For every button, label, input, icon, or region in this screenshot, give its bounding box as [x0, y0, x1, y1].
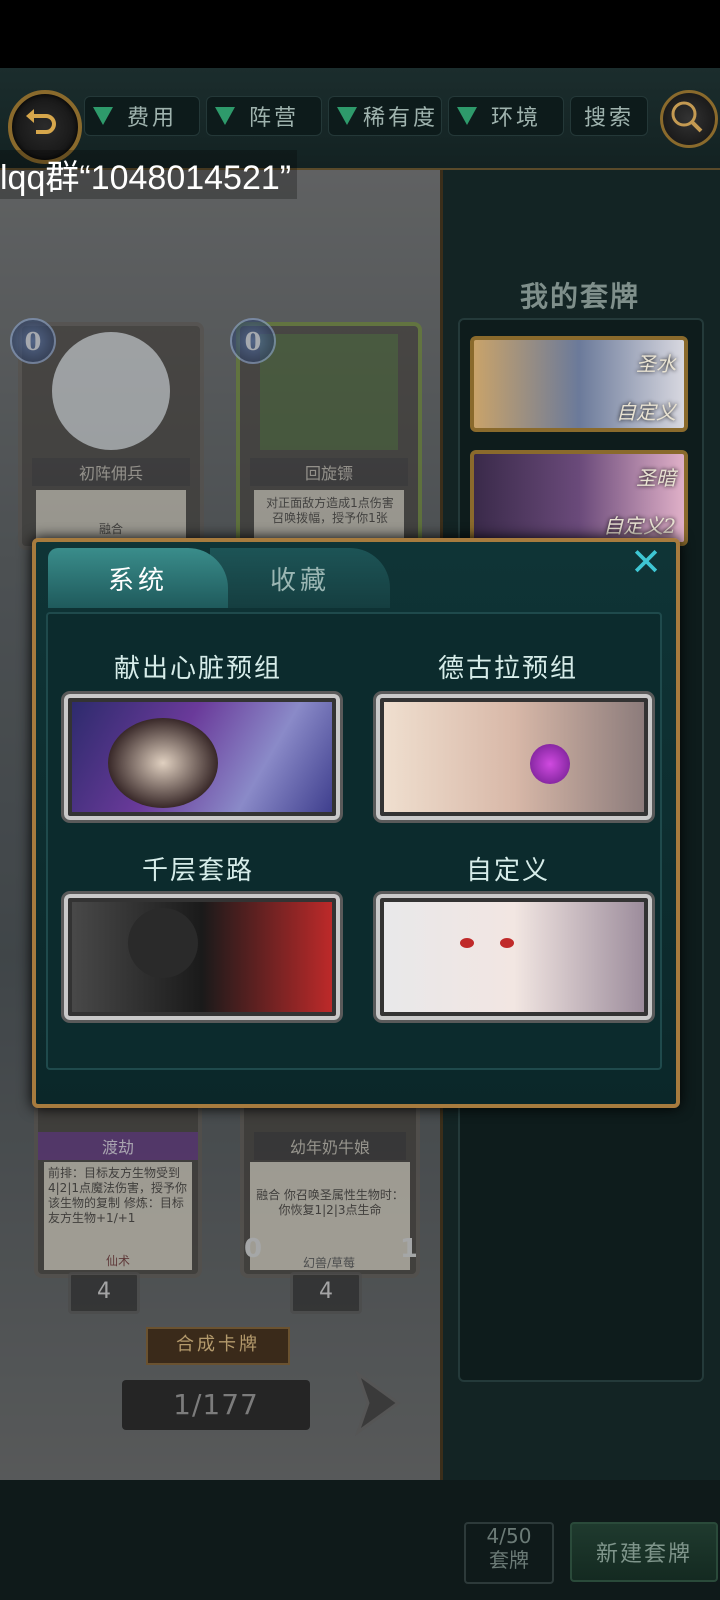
card-name: 渡劫: [38, 1132, 198, 1160]
filter-environment[interactable]: 环境: [448, 96, 564, 136]
card[interactable]: 幼年奶牛娘 融合 你召唤圣属性生物时：你恢复1|2|3点生命 幻兽/草莓 0 1: [240, 1100, 420, 1278]
card-art: [260, 334, 398, 450]
my-decks-title: 我的套牌: [520, 280, 641, 313]
preset-label: 献出心脏预组: [113, 654, 282, 684]
card-name: 幼年奶牛娘: [254, 1132, 406, 1160]
filter-faction[interactable]: 阵营: [206, 96, 322, 136]
preset-art: [128, 908, 198, 978]
page-indicator: 1/177: [122, 1380, 310, 1430]
craft-card-button[interactable]: 合成卡牌: [146, 1327, 290, 1365]
card-attack: 0: [244, 1234, 263, 1264]
triangle-down-icon: [457, 107, 477, 125]
search-input[interactable]: 搜索: [570, 96, 648, 136]
deck-count: 4/50 套牌: [464, 1522, 554, 1584]
card-type: 仙术: [105, 1254, 130, 1268]
card-art: [52, 332, 170, 450]
triangle-down-icon: [337, 107, 357, 125]
filter-cost[interactable]: 费用: [84, 96, 200, 136]
card-text: 融合 你召唤圣属性生物时：你恢复1|2|3点生命: [256, 1188, 404, 1217]
deck-item[interactable]: 圣暗 自定义2: [470, 450, 688, 546]
preset-deck-offer-heart[interactable]: [64, 694, 340, 820]
overlay-text: lqq群“1048014521”: [0, 150, 298, 199]
card-text: 融合: [98, 522, 123, 536]
search-button[interactable]: [660, 90, 718, 148]
preset-label: 德古拉预组: [437, 654, 578, 684]
card-count: 4: [290, 1272, 362, 1314]
card-count: 4: [68, 1272, 140, 1314]
filter-label: 费用: [127, 106, 178, 131]
triangle-down-icon: [215, 107, 235, 125]
tab-collection[interactable]: 收藏: [210, 548, 390, 608]
preset-label: 自定义: [465, 856, 550, 886]
close-icon[interactable]: ✕: [628, 543, 664, 581]
card-text: 对正面敌方造成1点伤害 召唤拨幅，授予你1张: [266, 496, 394, 525]
deck-name: 自定义2: [603, 514, 676, 538]
magnifier-icon: [671, 101, 703, 133]
preset-art: [460, 938, 520, 958]
filter-label: 环境: [491, 106, 542, 131]
preset-art: [530, 744, 570, 784]
filter-label: 稀有度: [363, 106, 439, 131]
search-label: 搜索: [583, 106, 634, 131]
status-bar: [0, 0, 720, 68]
tab-system[interactable]: 系统: [48, 548, 228, 608]
next-page-button[interactable]: [344, 1368, 404, 1438]
preset-label: 千层套路: [141, 856, 254, 886]
card-name: 回旋镖: [250, 458, 408, 486]
deck-tag: 圣水: [636, 352, 676, 376]
deck-name: 自定义: [616, 400, 676, 424]
card-type: 幻兽/草莓: [302, 1256, 356, 1270]
card[interactable]: 渡劫 前排：目标友方生物受到4|2|1点魔法伤害，授予你该生物的复制 修炼：目标…: [34, 1100, 202, 1278]
cost-gem: 0: [10, 318, 56, 364]
preset-deck-dracula[interactable]: [376, 694, 652, 820]
next-arrow-icon: [355, 1369, 401, 1437]
card-name: 初阵佣兵: [32, 458, 190, 486]
filter-label: 阵营: [249, 106, 300, 131]
preset-deck-custom[interactable]: [376, 894, 652, 1020]
triangle-down-icon: [93, 107, 113, 125]
deck-count-value: 4/50: [486, 1524, 532, 1548]
preset-art: [108, 718, 218, 808]
deck-count-label: 套牌: [489, 1548, 529, 1572]
card-text: 前排：目标友方生物受到4|2|1点魔法伤害，授予你该生物的复制 修炼：目标友方生…: [48, 1166, 187, 1225]
new-deck-button[interactable]: 新建套牌: [570, 1522, 718, 1582]
filter-rarity[interactable]: 稀有度: [328, 96, 442, 136]
deck-item[interactable]: 圣水 自定义: [470, 336, 688, 432]
cost-gem: 0: [230, 318, 276, 364]
preset-deck-thousand-layers[interactable]: [64, 894, 340, 1020]
card-health: 1: [400, 1234, 419, 1264]
deck-tag: 圣暗: [636, 466, 676, 490]
back-arrow-icon: [26, 109, 56, 134]
